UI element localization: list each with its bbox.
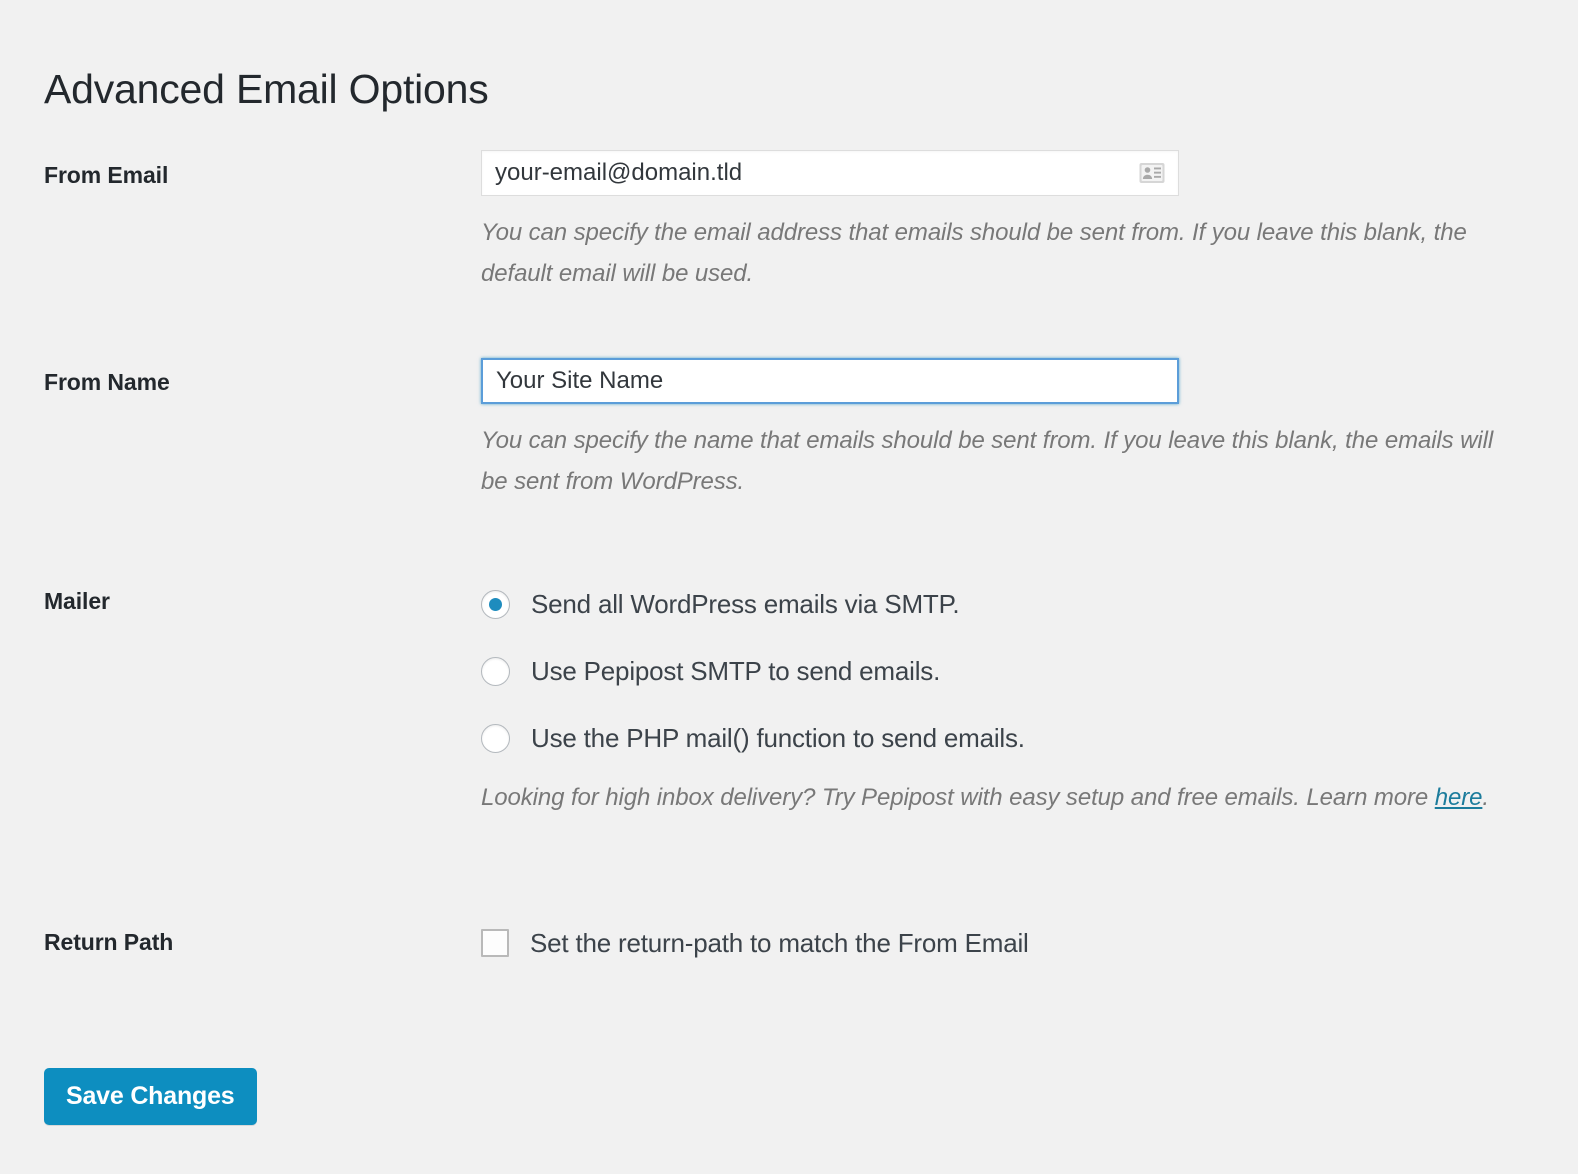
settings-form: From Email your-email@domain.tld You can…: [0, 140, 1578, 1005]
mailer-description-text-after: .: [1482, 784, 1489, 811]
mailer-option-pepipost-label: Use Pepipost SMTP to send emails.: [531, 655, 941, 686]
mailer-option-smtp[interactable]: Send all WordPress emails via SMTP.: [481, 582, 1521, 626]
mailer-option-pepipost[interactable]: Use Pepipost SMTP to send emails.: [481, 649, 1521, 693]
from-name-field-group: You can specify the name that emails sho…: [481, 358, 1511, 503]
from-email-input[interactable]: [481, 150, 1179, 196]
mailer-option-smtp-label: Send all WordPress emails via SMTP.: [531, 588, 960, 619]
from-name-input-wrap: [481, 358, 1179, 404]
row-return-path: Return Path Set the return-path to match…: [0, 915, 1578, 1005]
mailer-field-group: Send all WordPress emails via SMTP. Use …: [481, 582, 1521, 819]
mailer-description: Looking for high inbox delivery? Try Pep…: [481, 778, 1521, 819]
page-title: Advanced Email Options: [44, 66, 489, 113]
radio-icon-pepipost[interactable]: [481, 656, 510, 686]
contact-card-icon[interactable]: [1139, 163, 1165, 184]
return-path-label: Return Path: [44, 929, 174, 955]
mailer-label: Mailer: [44, 588, 110, 614]
from-email-field-group: You can specify the email address that e…: [481, 150, 1511, 295]
radio-icon-phpmail[interactable]: [481, 723, 510, 753]
mailer-option-phpmail-label: Use the PHP mail() function to send emai…: [531, 722, 1025, 753]
from-email-label: From Email: [44, 162, 169, 188]
mailer-description-text-before: Looking for high inbox delivery? Try Pep…: [481, 784, 1435, 811]
advanced-email-options-page: Advanced Email Options From Email your-e…: [0, 0, 1578, 1174]
row-mailer: Mailer Send all WordPress emails via SMT…: [0, 560, 1578, 915]
row-from-email: From Email your-email@domain.tld You can…: [0, 140, 1578, 345]
save-changes-button[interactable]: Save Changes: [44, 1068, 257, 1125]
pepipost-learn-more-link[interactable]: here: [1435, 784, 1483, 811]
from-name-label: From Name: [44, 369, 170, 395]
return-path-field-group: Set the return-path to match the From Em…: [481, 923, 1029, 963]
from-name-description: You can specify the name that emails sho…: [481, 427, 1494, 495]
from-email-input-wrap: [481, 150, 1179, 196]
return-path-checkbox-row[interactable]: Set the return-path to match the From Em…: [481, 923, 1029, 963]
from-email-description: You can specify the email address that e…: [481, 219, 1467, 287]
from-name-input[interactable]: [481, 358, 1179, 404]
return-path-checkbox-label: Set the return-path to match the From Em…: [530, 927, 1029, 958]
mailer-option-phpmail[interactable]: Use the PHP mail() function to send emai…: [481, 716, 1521, 760]
checkbox-icon-return-path[interactable]: [481, 929, 509, 957]
row-from-name: From Name You can specify the name that …: [0, 345, 1578, 560]
radio-icon-smtp[interactable]: [481, 589, 510, 619]
